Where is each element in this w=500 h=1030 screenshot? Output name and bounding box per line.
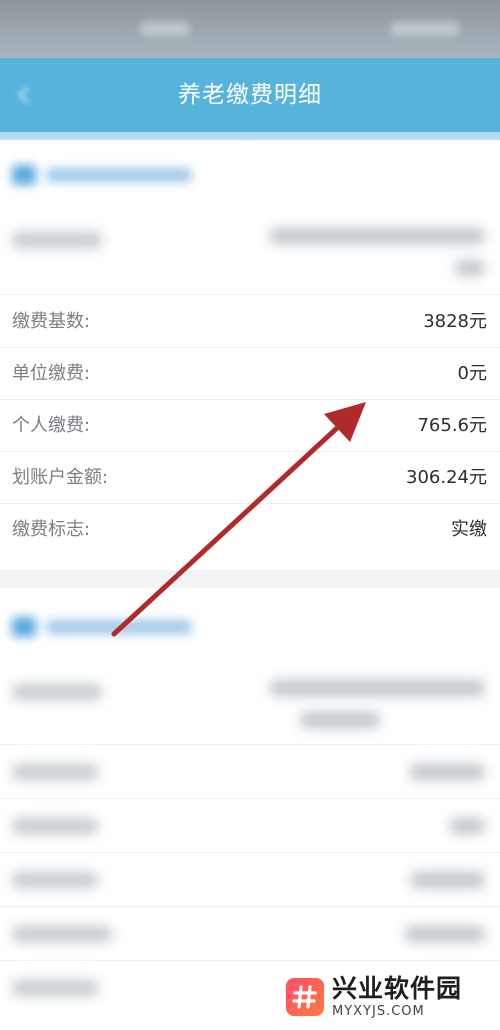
status-bar (0, 0, 500, 58)
row-value: 306.24元 (406, 467, 487, 488)
watermark-domain: MYXYJS.COM (332, 1004, 425, 1019)
row-label: 缴费基数: (12, 311, 91, 332)
blurred-value (270, 680, 485, 696)
detail-row-account: 划账户金额: 306.24元 (0, 452, 500, 504)
blurred-section-heading (12, 164, 192, 186)
detail-row-employer: 单位缴费: 0元 (0, 348, 500, 400)
blurred-value (270, 228, 485, 244)
page-title: 养老缴费明细 (178, 82, 322, 108)
row-value: 0元 (457, 363, 487, 384)
row-label: 单位缴费: (12, 363, 91, 384)
watermark-name: 兴业软件园 (332, 974, 463, 1003)
blurred-detail-card (0, 588, 500, 1030)
row-label: 划账户金额: (12, 467, 109, 488)
divider (0, 798, 500, 799)
blurred-label (12, 232, 102, 248)
blurred-value (450, 818, 485, 834)
blurred-value (455, 260, 485, 276)
hash-logo-icon (286, 978, 324, 1016)
row-value: 765.6元 (417, 415, 487, 436)
divider (0, 852, 500, 853)
status-icons-blur (390, 22, 460, 36)
blurred-value (410, 764, 485, 780)
blurred-label (12, 764, 98, 780)
divider (0, 906, 500, 907)
watermark-text: 兴业软件园 MYXYJS.COM (332, 976, 462, 1018)
blurred-label (12, 684, 102, 700)
blurred-label (12, 872, 98, 888)
blurred-label (12, 980, 98, 996)
blurred-value (410, 872, 485, 888)
row-label: 个人缴费: (12, 415, 91, 436)
detail-row-flag: 缴费标志: 实缴 (0, 504, 500, 556)
contribution-detail-card: 缴费基数: 3828元 单位缴费: 0元 个人缴费: 765.6元 划账户金额:… (0, 140, 500, 570)
blurred-label (12, 926, 112, 942)
status-time-blur (140, 22, 190, 36)
blurred-section-heading (12, 616, 192, 638)
divider (0, 744, 500, 745)
blurred-value (405, 926, 485, 942)
detail-row-personal: 个人缴费: 765.6元 (0, 400, 500, 452)
divider (0, 294, 500, 295)
watermark: 兴业软件园 MYXYJS.COM (286, 968, 492, 1026)
detail-row-base: 缴费基数: 3828元 (0, 296, 500, 348)
blurred-label (12, 818, 98, 834)
row-label: 缴费标志: (12, 519, 91, 540)
blurred-value (300, 712, 380, 728)
row-value: 实缴 (451, 519, 487, 540)
divider (0, 960, 500, 961)
row-value: 3828元 (423, 311, 487, 332)
